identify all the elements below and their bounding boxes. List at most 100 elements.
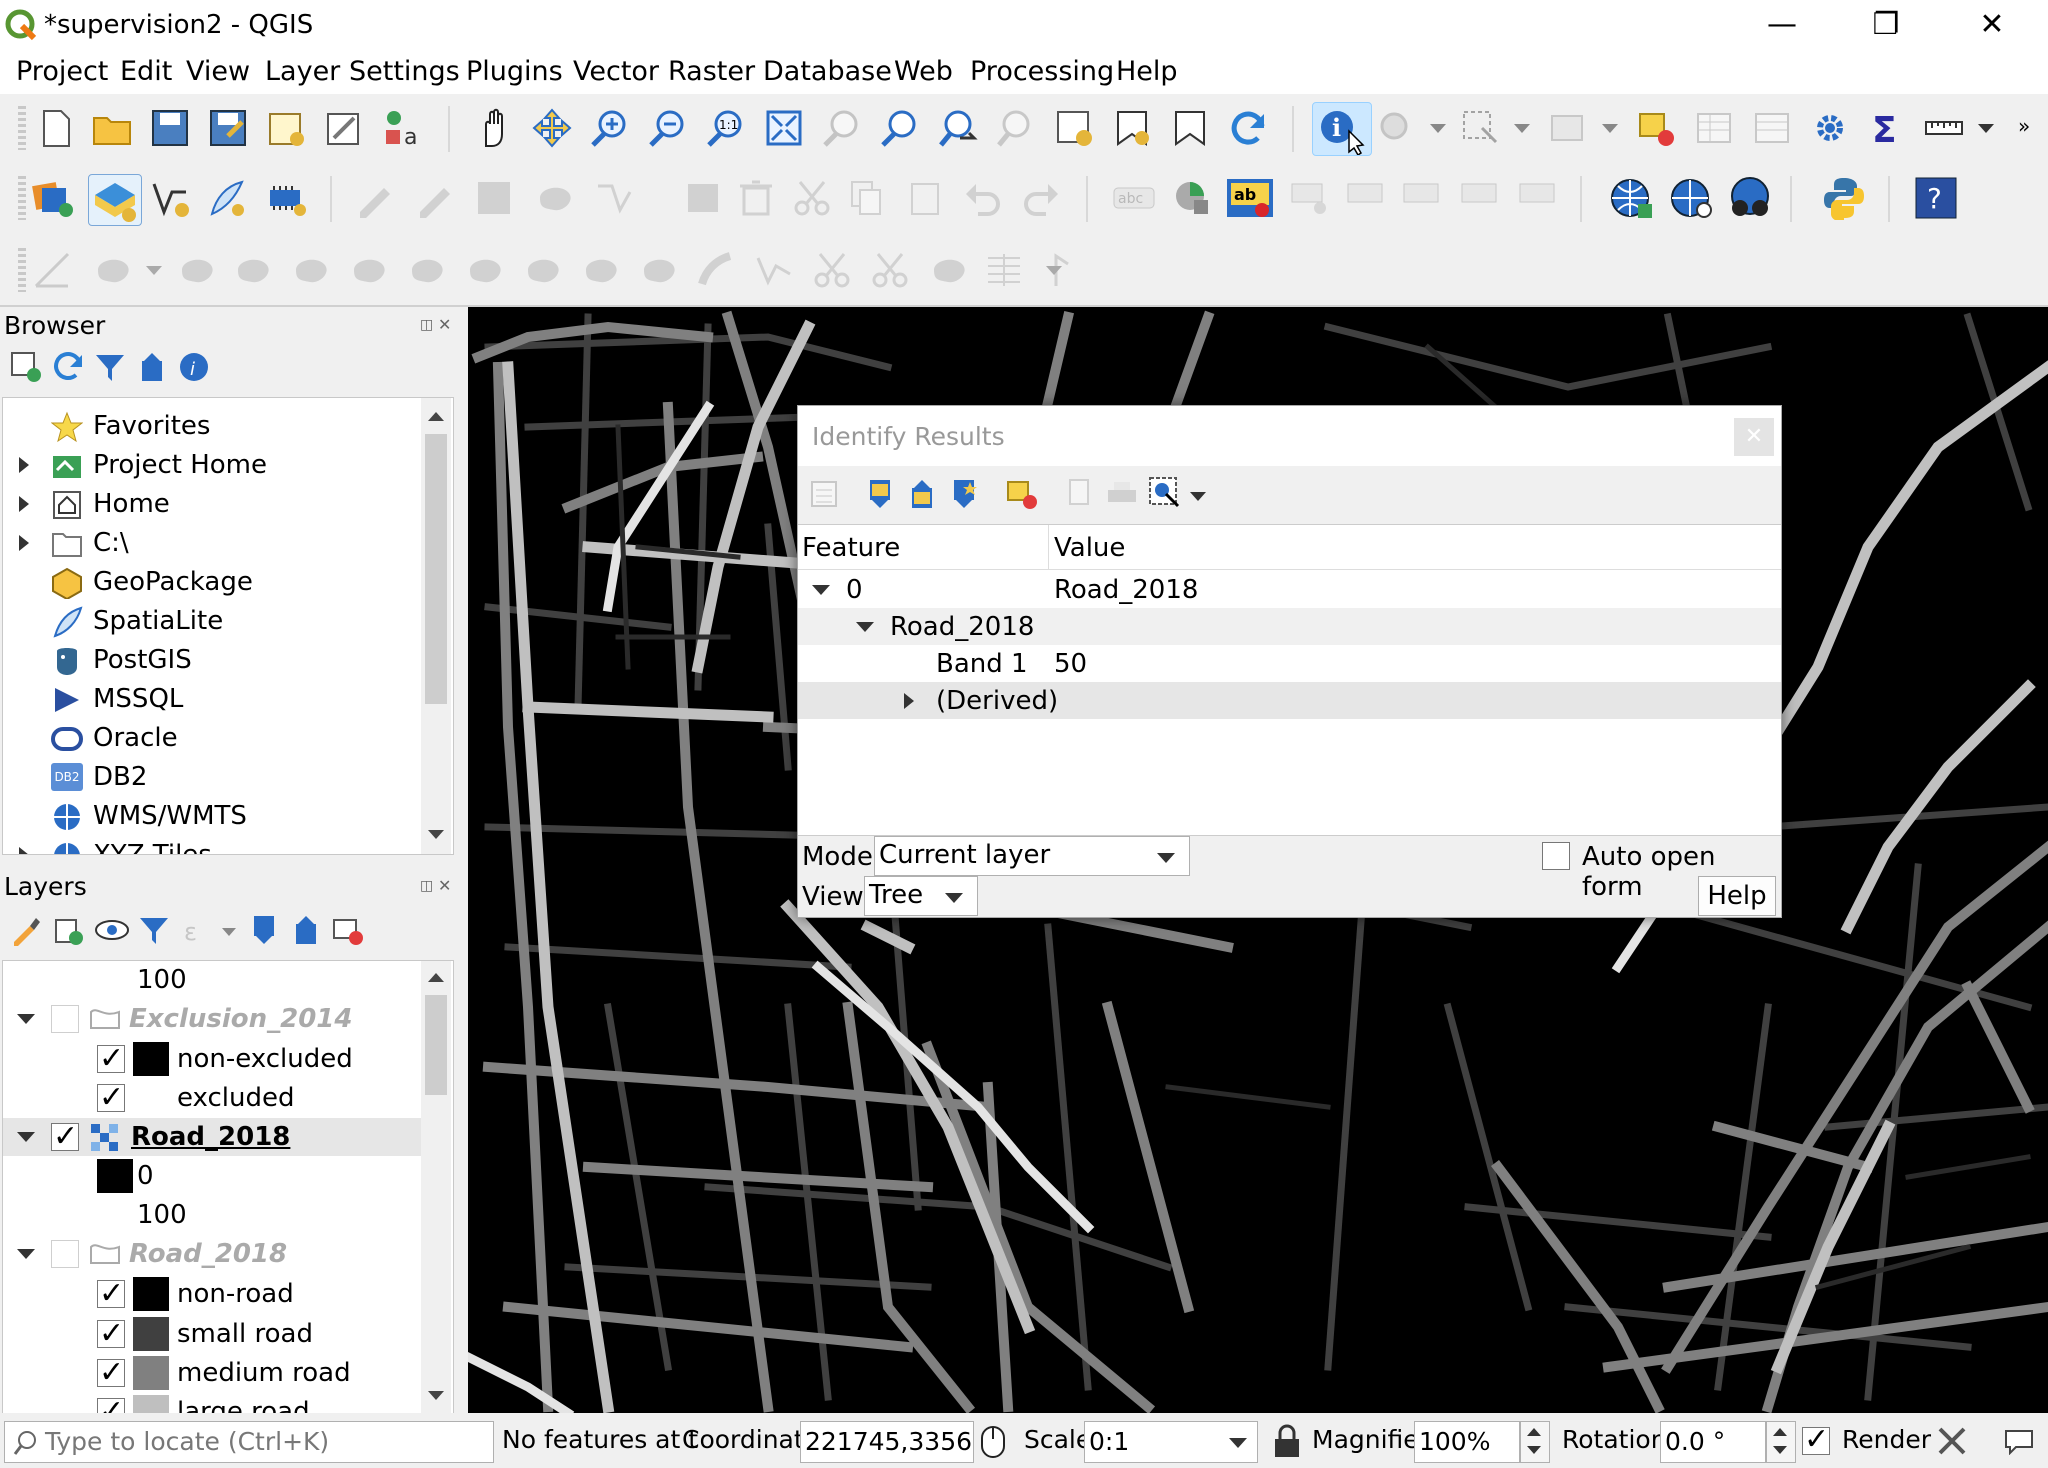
- float-panel-icon[interactable]: ◫: [420, 878, 433, 894]
- class-visibility-checkbox[interactable]: [97, 1393, 125, 1413]
- class-visibility-checkbox[interactable]: [97, 1275, 125, 1313]
- diagram-options-icon[interactable]: [1172, 178, 1212, 218]
- class-visibility-checkbox[interactable]: [97, 1354, 125, 1392]
- merge-features-icon[interactable]: [928, 250, 968, 290]
- move-feature-icon[interactable]: [176, 250, 216, 290]
- offset-curve-icon[interactable]: [696, 250, 736, 290]
- copy-features-icon[interactable]: [846, 178, 886, 218]
- toolbar-overflow-icon[interactable]: »: [2018, 114, 2030, 138]
- select-features-icon[interactable]: [1460, 108, 1500, 148]
- zoom-to-layer-icon[interactable]: [880, 108, 920, 148]
- collapse-all-icon[interactable]: [136, 351, 168, 383]
- field-calculator-icon[interactable]: [1752, 108, 1792, 148]
- legend-class-excluded[interactable]: excluded: [3, 1079, 423, 1117]
- auto-open-form-checkbox[interactable]: [1542, 842, 1570, 870]
- modify-attributes-icon[interactable]: [684, 178, 724, 218]
- delete-ring-icon[interactable]: [522, 250, 562, 290]
- scale-select[interactable]: 0:1: [1084, 1421, 1258, 1463]
- menu-layer[interactable]: Layer: [265, 56, 340, 87]
- locator-search-input[interactable]: Type to locate (Ctrl+K): [4, 1421, 494, 1463]
- browser-item-oracle[interactable]: Oracle: [3, 719, 423, 757]
- chevron-down-icon[interactable]: [17, 1249, 35, 1259]
- cut-features-icon[interactable]: [792, 178, 832, 218]
- toolbar-grip[interactable]: [18, 106, 26, 150]
- redo-icon[interactable]: [1022, 178, 1062, 218]
- filter-by-expression-icon[interactable]: ε: [180, 914, 212, 946]
- rotate-feature-icon[interactable]: [232, 250, 272, 290]
- result-row[interactable]: 0 Road_2018: [798, 571, 1781, 608]
- pan-to-selection-icon[interactable]: [532, 108, 572, 148]
- deselect-all-icon[interactable]: [1636, 108, 1676, 148]
- chevron-down-icon[interactable]: [1978, 124, 1994, 133]
- advanced-digitizing-icon[interactable]: [32, 250, 72, 290]
- python-console-icon[interactable]: [1822, 176, 1866, 222]
- zoom-full-icon[interactable]: [764, 108, 804, 148]
- chevron-down-icon[interactable]: [17, 1014, 35, 1024]
- identify-mode-icon[interactable]: [1148, 476, 1184, 512]
- statistical-summary-icon[interactable]: Σ: [1866, 108, 1906, 151]
- messages-icon[interactable]: [2004, 1427, 2034, 1455]
- layer-visibility-checkbox[interactable]: [51, 1240, 79, 1268]
- view-select[interactable]: Tree: [864, 876, 978, 916]
- browser-item-postgis[interactable]: PostGIS: [3, 641, 423, 679]
- menu-database[interactable]: Database: [763, 56, 892, 87]
- paste-features-icon[interactable]: [904, 178, 944, 218]
- legend-class-non-road[interactable]: non-road: [3, 1275, 423, 1313]
- show-hide-labels-icon[interactable]: [1346, 178, 1386, 218]
- render-checkbox[interactable]: [1802, 1422, 1830, 1457]
- column-header-value[interactable]: Value: [1054, 525, 1125, 569]
- menu-plugins[interactable]: Plugins: [466, 56, 563, 87]
- delete-selected-icon[interactable]: [736, 178, 776, 218]
- add-ring-icon[interactable]: [348, 250, 388, 290]
- collapse-all-icon[interactable]: [290, 914, 322, 946]
- delete-part-icon[interactable]: [580, 250, 620, 290]
- identify-features-icon[interactable]: i: [1312, 102, 1372, 157]
- chevron-down-icon[interactable]: [856, 622, 874, 632]
- menu-settings[interactable]: Settings: [349, 56, 460, 87]
- chevron-down-icon[interactable]: [1514, 124, 1530, 133]
- spin-up-icon[interactable]: [1527, 1428, 1541, 1436]
- run-feature-action-icon[interactable]: [1376, 108, 1416, 148]
- close-panel-icon[interactable]: ✕: [438, 315, 451, 334]
- chevron-down-icon[interactable]: [1046, 266, 1062, 275]
- browser-item-spatialite[interactable]: SpatiaLite: [3, 602, 423, 640]
- filter-legend-icon[interactable]: [138, 914, 170, 946]
- legend-class-small-road[interactable]: small road: [3, 1315, 423, 1353]
- float-panel-icon[interactable]: ◫: [420, 317, 433, 333]
- change-label-icon[interactable]: [1518, 178, 1558, 218]
- pin-labels-icon[interactable]: [1290, 178, 1330, 218]
- simplify-feature-icon[interactable]: [290, 250, 330, 290]
- undo-icon[interactable]: [962, 178, 1002, 218]
- zoom-to-selection-icon[interactable]: [822, 108, 862, 148]
- browser-item-favorites[interactable]: Favorites: [3, 407, 423, 445]
- expand-all-icon[interactable]: [248, 914, 280, 946]
- metasearch-icon[interactable]: [1726, 176, 1774, 220]
- processing-toolbox-icon[interactable]: [1810, 108, 1850, 148]
- rotate-label-icon[interactable]: [1460, 178, 1500, 218]
- menu-help[interactable]: Help: [1116, 56, 1178, 87]
- add-spatialite-icon[interactable]: [206, 178, 246, 218]
- result-row[interactable]: Band 1 50: [798, 645, 1781, 682]
- close-dialog-button[interactable]: ✕: [1734, 418, 1774, 456]
- toggle-editing-icon[interactable]: [414, 178, 454, 218]
- layer-visibility-checkbox[interactable]: [51, 1118, 79, 1156]
- clear-results-icon[interactable]: [1006, 478, 1038, 510]
- column-header-feature[interactable]: Feature: [802, 525, 900, 569]
- pan-map-icon[interactable]: [474, 108, 514, 148]
- layer-group-exclusion-2014[interactable]: Exclusion_2014: [3, 1000, 423, 1038]
- style-manager-icon[interactable]: a: [382, 108, 422, 150]
- chevron-down-icon[interactable]: [812, 585, 830, 595]
- save-edits-icon[interactable]: [474, 178, 514, 218]
- chevron-right-icon[interactable]: [19, 535, 29, 551]
- add-vector-layer-icon[interactable]: [150, 178, 190, 218]
- remove-layer-icon[interactable]: [332, 914, 364, 946]
- browser-item-home[interactable]: Home: [3, 485, 423, 523]
- help-contents-icon[interactable]: ?: [1914, 176, 1958, 220]
- measure-line-icon[interactable]: [1924, 108, 1964, 148]
- move-label-icon[interactable]: [1402, 178, 1442, 218]
- scroll-up-icon[interactable]: [428, 973, 444, 982]
- print-icon[interactable]: [1106, 478, 1138, 510]
- chevron-down-icon[interactable]: [146, 266, 162, 275]
- close-panel-icon[interactable]: ✕: [438, 876, 451, 895]
- legend-class-non-excluded[interactable]: non-excluded: [3, 1040, 423, 1078]
